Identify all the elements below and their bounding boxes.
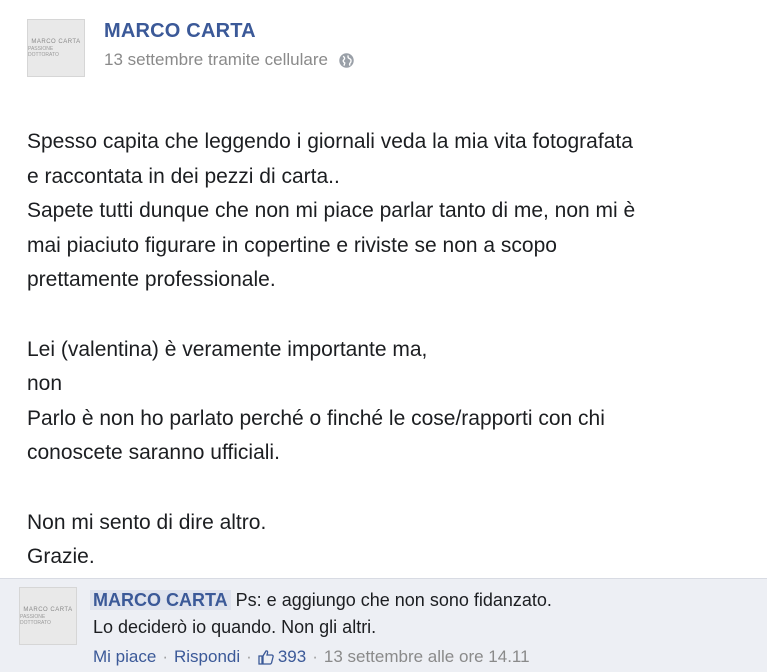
author-avatar[interactable]: MARCO CARTA PASSIONE DOTTORATO — [27, 19, 85, 77]
avatar-logo-subtext: PASSIONE DOTTORATO — [28, 45, 59, 58]
comment: MARCO CARTA PASSIONE DOTTORATO MARCO CAR… — [0, 578, 767, 672]
reply-button[interactable]: Rispondi — [174, 647, 240, 667]
separator: · — [312, 647, 318, 666]
like-count-link[interactable]: 393 — [258, 647, 306, 667]
comment-actions: Mi piace · Rispondi · 393 · 13 settembre… — [93, 647, 530, 667]
comment-text-block: MARCO CARTA Ps: e aggiungo che non sono … — [90, 587, 753, 641]
post-body-text: Spesso capita che leggendo i giornali ve… — [27, 130, 636, 569]
comment-text-line1: Ps: e aggiungo che non sono fidanzato. — [235, 590, 552, 610]
comment-author-avatar[interactable]: MARCO CARTA PASSIONE DOTTORATO — [19, 587, 77, 645]
avatar-logo-text: MARCO CARTA — [31, 38, 81, 45]
post-author-link[interactable]: MARCO CARTA — [104, 20, 256, 43]
separator: · — [246, 647, 252, 666]
post-header: MARCO CARTA PASSIONE DOTTORATO MARCO CAR… — [0, 0, 767, 96]
like-button[interactable]: Mi piace — [93, 647, 156, 667]
separator: · — [162, 647, 168, 666]
comment-timestamp[interactable]: 13 settembre alle ore 14.11 — [324, 647, 530, 667]
avatar-logo-subtext: PASSIONE DOTTORATO — [20, 613, 51, 626]
comment-author-link[interactable]: MARCO CARTA — [90, 590, 231, 610]
thumbs-up-icon — [258, 650, 274, 665]
globe-icon[interactable] — [338, 52, 355, 69]
post-meta: 13 settembre tramite cellulare — [104, 50, 355, 70]
like-count: 393 — [277, 647, 307, 666]
avatar-logo-text: MARCO CARTA — [23, 606, 73, 613]
post-timestamp[interactable]: 13 settembre tramite cellulare — [104, 50, 328, 70]
comment-text-line2: Lo deciderò io quando. Non gli altri. — [93, 617, 377, 637]
